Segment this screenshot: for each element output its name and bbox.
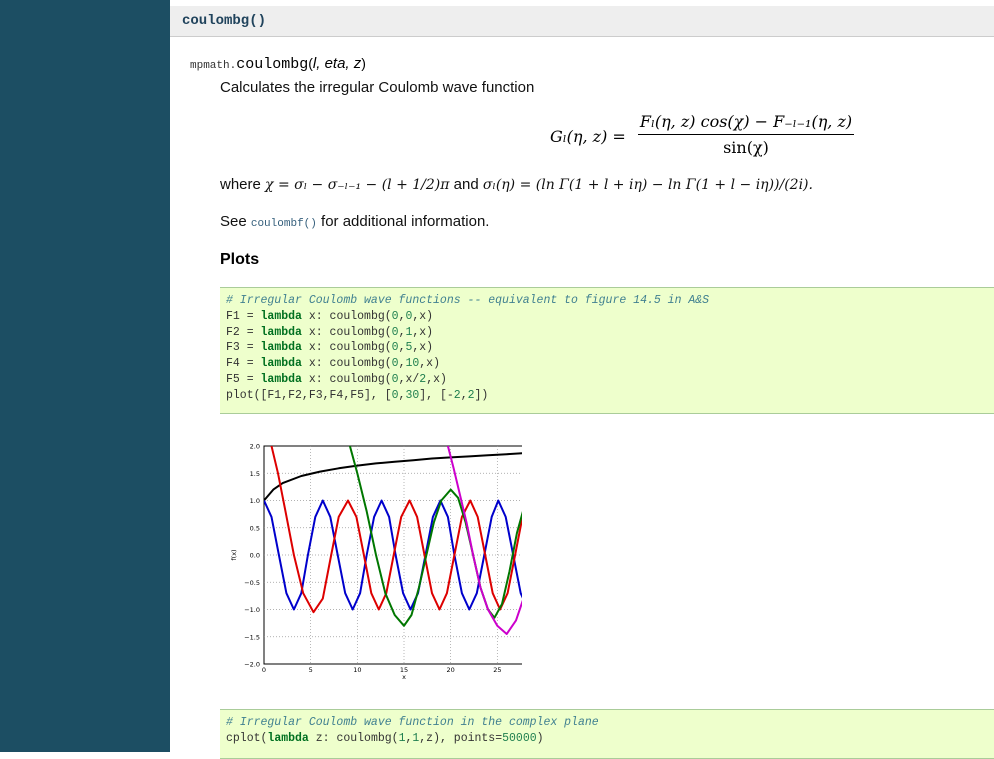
y-tick-label: −2.0 — [244, 661, 260, 669]
see-prefix: See — [220, 213, 251, 230]
code-token: 0 — [391, 357, 399, 371]
function-signature: mpmath.coulombg(l, eta, z) — [190, 55, 366, 73]
formula-denominator: sin(χ) — [723, 138, 769, 157]
code-token: 2 — [467, 388, 475, 402]
y-tick-label: 2.0 — [250, 443, 260, 451]
code-token: ) — [536, 731, 544, 745]
y-tick-label: 0.0 — [250, 552, 260, 560]
code-line: F2 = lambda x: coulombg(0,1,x) — [220, 325, 994, 341]
code-token: ,x/ — [398, 372, 420, 386]
x-tick-label: 0 — [262, 666, 266, 674]
code-token: 10 — [405, 357, 420, 371]
y-tick-label: −1.5 — [244, 633, 260, 641]
formula-numerator: Fₗ(η, z) cos(χ) − F₋ₗ₋₁(η, z) — [639, 112, 853, 131]
code-token: # Irregular Coulomb wave function in the… — [226, 716, 599, 729]
module-prefix: mpmath. — [190, 60, 237, 72]
code-block-plot[interactable]: # Irregular Coulomb wave functions -- eq… — [220, 287, 994, 414]
code-line: F3 = lambda x: coulombg(0,5,x) — [220, 340, 994, 356]
code-token: lambda — [260, 341, 302, 355]
plots-heading: Plots — [220, 251, 260, 268]
y-tick-label: −1.0 — [244, 606, 260, 614]
where-label: where — [220, 176, 266, 193]
y-tick-label: 1.5 — [250, 470, 260, 478]
fraction-bar — [638, 134, 854, 135]
formula-lhs: Gₗ(η, z) = — [550, 127, 626, 146]
code-token: # Irregular Coulomb wave functions -- eq… — [226, 294, 710, 307]
code-token: x: coulombg( — [301, 357, 392, 371]
where-line: where χ = σₗ − σ₋ₗ₋₁ − (l + 1/2)π and σₗ… — [220, 176, 813, 193]
y-tick-label: −0.5 — [244, 579, 260, 587]
code-token: ,x) — [412, 325, 434, 339]
code-token: ,x) — [412, 341, 434, 355]
code-line: F1 = lambda x: coulombg(0,0,x) — [220, 309, 994, 325]
code-token: x: coulombg( — [301, 325, 392, 339]
code-line: # Irregular Coulomb wave functions -- eq… — [220, 293, 994, 309]
code-token: x: coulombg( — [301, 341, 392, 355]
code-token: , — [460, 388, 468, 402]
see-also: See coulombf() for additional informatio… — [220, 213, 489, 230]
code-token: lambda — [260, 357, 302, 371]
code-line: plot([F1,F2,F3,F4,F5], [0,30], [-2,2]) — [220, 388, 994, 404]
section-header: coulombg() — [170, 6, 994, 37]
code-token: 2 — [453, 388, 461, 402]
main-content: coulombg() mpmath.coulombg(l, eta, z) Ca… — [170, 0, 994, 759]
code-token: cplot( — [226, 731, 268, 745]
code-line: F5 = lambda x: coulombg(0,x/2,x) — [220, 372, 994, 388]
code-token: ], [- — [419, 388, 454, 402]
x-tick-label: 5 — [309, 666, 313, 674]
code-token: ,x) — [419, 357, 440, 371]
y-axis-label: f(x) — [230, 549, 238, 560]
code-token: F1 = — [226, 309, 261, 323]
code-token: 0 — [391, 325, 399, 339]
code-token: x: coulombg( — [301, 372, 392, 386]
code-token: z: coulombg( — [308, 731, 399, 745]
code-token: x: coulombg( — [301, 309, 392, 323]
code-line: F4 = lambda x: coulombg(0,10,x) — [220, 356, 994, 372]
function-name: coulombg — [236, 56, 309, 73]
code-token: ]) — [474, 388, 489, 402]
x-tick-label: 25 — [493, 666, 501, 674]
coulombf-link[interactable]: coulombf() — [251, 218, 317, 230]
code-token: lambda — [260, 309, 302, 323]
chi-definition: χ = σₗ − σ₋ₗ₋₁ − (l + 1/2)π — [265, 177, 450, 193]
code-token: F4 = — [226, 357, 261, 371]
function-name-heading[interactable]: coulombg() — [182, 13, 266, 29]
code-token: F3 = — [226, 341, 261, 355]
code-token: 30 — [405, 388, 420, 402]
close-paren: ) — [361, 55, 366, 71]
code-token: lambda — [260, 325, 302, 339]
code-token: F2 = — [226, 325, 261, 339]
sidebar — [0, 0, 170, 752]
code-token: ,x) — [426, 372, 447, 386]
see-suffix: for additional information. — [316, 213, 490, 230]
function-params: l, eta, z — [312, 55, 362, 72]
x-tick-label: 10 — [353, 666, 361, 674]
code-line: # Irregular Coulomb wave function in the… — [220, 715, 994, 731]
code-token: ,x) — [412, 309, 434, 323]
y-tick-label: 0.5 — [250, 524, 260, 532]
line-chart: 2.01.51.00.50.0−0.5−1.0−1.5−2.00 5 10 15 20 2… — [230, 443, 522, 681]
x-axis-label: x — [402, 673, 406, 681]
code-token: 50000 — [502, 731, 537, 745]
x-tick-label: 20 — [447, 666, 455, 674]
description: Calculates the irregular Coulomb wave fu… — [220, 79, 535, 96]
code-token: 0 — [391, 341, 399, 355]
code-token: 0 — [391, 309, 399, 323]
code-token: lambda — [267, 731, 309, 745]
y-tick-label: 1.0 — [250, 497, 260, 505]
and-label: and — [449, 176, 483, 193]
code-token: 0 — [391, 372, 399, 386]
code-token: plot([F1,F2,F3,F4,F5], [ — [226, 388, 392, 402]
code-line: cplot(lambda z: coulombg(1,1,z), points=… — [220, 731, 994, 747]
sigma-definition: σₗ(η) = (ln Γ(1 + l + iη) − ln Γ(1 + l −… — [482, 177, 813, 193]
code-token: F5 = — [226, 372, 261, 386]
code-token: ,z), points= — [419, 731, 503, 745]
code-token: 0 — [391, 388, 399, 402]
code-token: lambda — [260, 372, 302, 386]
